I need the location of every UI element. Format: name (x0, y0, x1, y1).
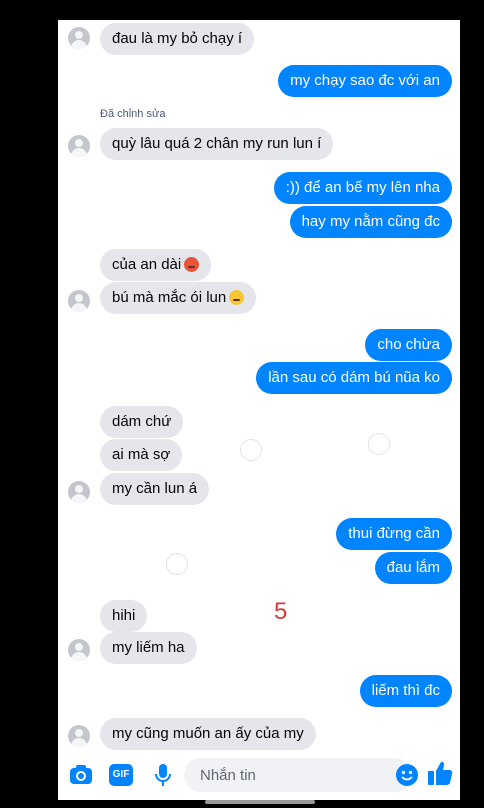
camera-icon[interactable] (68, 762, 94, 788)
message-text: của an dài (112, 256, 182, 273)
avatar[interactable] (68, 481, 90, 503)
avatar[interactable] (68, 135, 90, 157)
pensive-face-emoji-icon (229, 290, 245, 305)
message-bubble-outgoing[interactable]: hay my nằm cũng đc (289, 206, 452, 238)
message-bubble-outgoing[interactable]: my chạy sao đc với an (278, 65, 452, 97)
message-bubble-incoming[interactable]: đau là my bỏ chạy í (100, 23, 255, 55)
message-bubble-incoming[interactable]: quỳ lâu quá 2 chân my run lun í (100, 128, 334, 160)
page-number: 5 (274, 598, 288, 625)
message-bubble-incoming[interactable]: hihi (100, 600, 148, 632)
message-bubble-outgoing[interactable]: đau lắm (374, 552, 452, 584)
top-status-bar (58, 0, 430, 5)
chat-screen: đau là my bỏ chạy í my chạy sao đc với a… (58, 20, 460, 800)
watermark-ring (368, 433, 390, 455)
gif-label: GIF (109, 764, 133, 786)
message-bubble-incoming[interactable]: ai mà sợ (100, 439, 183, 471)
avatar[interactable] (68, 639, 90, 661)
message-bubble-outgoing[interactable]: cho chừa (365, 329, 452, 361)
avatar[interactable] (68, 27, 90, 49)
thumbs-up-icon[interactable] (426, 759, 454, 787)
emoji-icon[interactable] (395, 763, 419, 787)
message-bubble-outgoing[interactable]: thui đừng cần (336, 518, 452, 550)
message-bubble-incoming[interactable]: dám chứ (100, 406, 184, 438)
message-bubble-incoming[interactable]: my cũng muốn an ấy của my (100, 718, 316, 750)
message-bubble-outgoing[interactable]: lần sau có dám bú nũa ko (256, 362, 452, 394)
message-text: bú mà mắc ói lun (112, 289, 227, 306)
microphone-icon[interactable] (150, 762, 176, 788)
avatar[interactable] (68, 290, 90, 312)
pouting-face-emoji-icon (184, 257, 200, 272)
gif-icon[interactable]: GIF (108, 762, 134, 788)
edited-label: Đã chỉnh sửa (100, 108, 166, 120)
message-bubble-incoming[interactable]: bú mà mắc ói lun (100, 282, 257, 314)
watermark-ring (240, 439, 262, 461)
avatar[interactable] (68, 725, 90, 747)
home-indicator (205, 800, 315, 804)
message-bubble-incoming[interactable]: my liếm ha (100, 632, 197, 664)
message-bubble-incoming[interactable]: của an dài (100, 249, 212, 281)
message-input[interactable] (184, 758, 412, 792)
message-composer: GIF (58, 750, 460, 800)
message-bubble-outgoing[interactable]: liếm thì đc (359, 675, 452, 707)
watermark-ring (166, 553, 188, 575)
message-bubble-outgoing[interactable]: :)) để an bế my lên nha (273, 172, 452, 204)
message-bubble-incoming[interactable]: my cần lun á (100, 473, 210, 505)
